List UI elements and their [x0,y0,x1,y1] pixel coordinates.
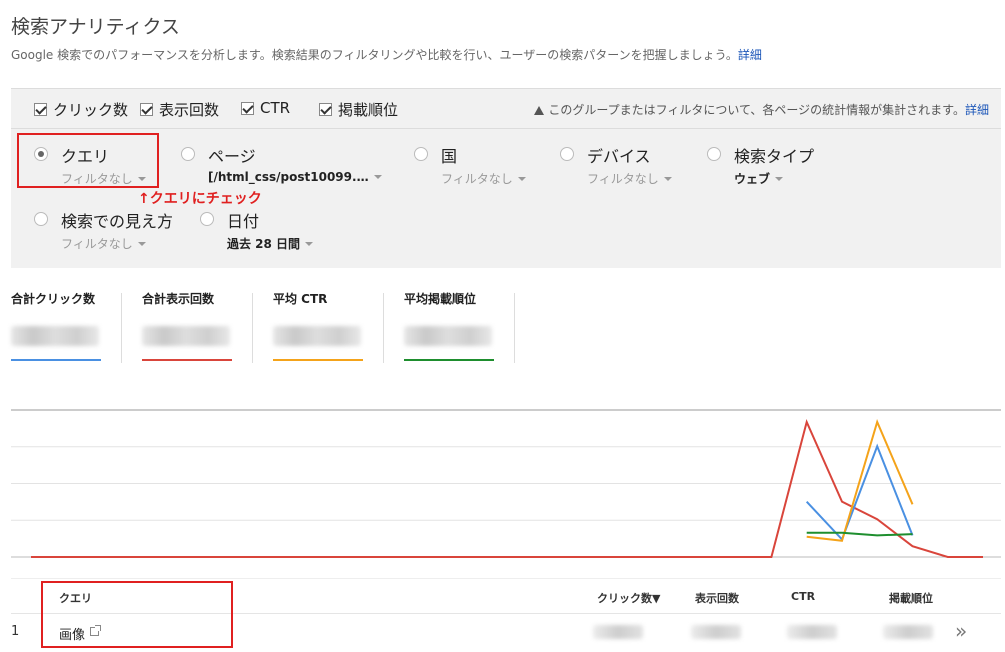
ctr-label: CTR [260,99,291,117]
dropdown-caret-icon [305,242,314,246]
summary-card-impressions[interactable]: 合計表示回数 [142,290,252,365]
position-label: 掲載順位 [338,101,399,119]
column-header-clicks[interactable]: クリック数▼ [597,590,660,606]
highlight-box-query-column [41,581,233,648]
page-description: Google 検索でのパフォーマンスを分析します。検索結果のフィルタリングや比較… [11,46,762,63]
blurred-value [273,326,361,346]
dimension-label: 日付 [227,212,260,231]
checkbox-icon [34,103,47,116]
performance-line-chart [11,409,1001,558]
series-line-2 [806,419,914,542]
dimension-label: 検索タイプ [734,147,815,166]
details-link[interactable]: 詳細 [738,48,762,62]
dimension-device[interactable]: デバイス フィルタなし [560,143,690,188]
impressions-checkbox[interactable]: 表示回数 [140,99,219,120]
radio-icon [560,147,574,161]
dimension-label: デバイス [587,147,651,166]
summary-card-title: 平均 CTR [273,292,328,306]
annotation-check-query: ↑クエリにチェック [138,191,262,207]
dropdown-caret-icon [137,242,146,246]
dimension-filter[interactable]: 過去 28 日間 [227,235,314,252]
impressions-label: 表示回数 [159,101,220,119]
warning-icon [534,106,545,115]
checkbox-icon [319,103,332,116]
radio-icon [414,147,428,161]
radio-icon [181,147,195,161]
dimension-search-appearance[interactable]: 検索での見え方 フィルタなし [34,208,194,253]
highlight-box-query-dimension [17,133,159,188]
series-color-bar [404,359,494,361]
row-index: 1 [11,624,20,639]
series-color-bar [11,359,101,361]
summary-card-clicks[interactable]: 合計クリック数 [11,290,121,365]
notice-details-link[interactable]: 詳細 [965,103,989,117]
summary-card-ctr[interactable]: 平均 CTR [273,290,383,365]
aggregation-notice: このグループまたはフィルタについて、各ページの統計情報が集計されます。詳細 [534,101,989,118]
radio-icon [34,212,48,226]
description-text: Google 検索でのパフォーマンスを分析します。検索結果のフィルタリングや比較… [11,48,738,62]
dropdown-caret-icon [663,177,672,181]
dimension-filter[interactable]: フィルタなし [587,170,672,187]
dropdown-caret-icon [775,177,784,181]
dimension-filter[interactable]: [/html_css/post10099.… [208,170,382,184]
dimension-label: ページ [208,147,256,166]
radio-icon [200,212,214,226]
dimension-date[interactable]: 日付 過去 28 日間 [200,208,340,253]
position-checkbox[interactable]: 掲載順位 [319,99,398,120]
dimension-filter[interactable]: フィルタなし [441,170,526,187]
checkbox-icon [140,103,153,116]
filter-panel: クリック数 表示回数 CTR 掲載順位 このグループまたはフィルタについて、各ペ… [11,88,1001,268]
clicks-label: クリック数 [53,101,129,119]
divider [121,293,122,363]
dimension-search-type[interactable]: 検索タイプ ウェブ [707,143,837,188]
dimension-filter[interactable]: フィルタなし [61,235,146,252]
divider [252,293,253,363]
checkbox-icon [241,101,254,115]
column-header-impressions[interactable]: 表示回数 [695,590,739,606]
summary-card-title: 合計表示回数 [142,292,215,306]
column-header-position[interactable]: 掲載順位 [889,590,933,606]
dropdown-caret-icon [517,177,526,181]
blurred-impressions-value [691,625,741,639]
summary-card-position[interactable]: 平均掲載順位 [404,290,514,365]
dimension-page[interactable]: ページ [/html_css/post10099.… [181,143,382,188]
dimension-country[interactable]: 国 フィルタなし [414,143,534,188]
dimension-label: 国 [441,147,458,166]
series-color-bar [273,359,363,361]
ctr-checkbox[interactable]: CTR [241,99,290,117]
blurred-value [404,326,492,346]
blurred-position-value [883,625,933,639]
dimension-filter[interactable]: ウェブ [734,170,784,187]
radio-icon [707,147,721,161]
dropdown-caret-icon [373,175,382,179]
series-color-bar [142,359,232,361]
page-title: 検索アナリティクス [11,16,180,38]
blurred-ctr-value [787,625,837,639]
blurred-value [142,326,230,346]
notice-text: このグループまたはフィルタについて、各ページの統計情報が集計されます。 [548,103,965,117]
metric-toggle-row: クリック数 表示回数 CTR 掲載順位 このグループまたはフィルタについて、各ペ… [11,89,1001,129]
blurred-value [11,326,99,346]
summary-card-title: 平均掲載順位 [404,292,477,306]
divider [514,293,515,363]
divider [383,293,384,363]
column-header-ctr[interactable]: CTR [791,590,815,603]
row-details-chevron-icon[interactable]: » [955,619,967,643]
summary-card-title: 合計クリック数 [11,292,96,306]
dimension-label: 検索での見え方 [61,212,174,231]
blurred-clicks-value [593,625,643,639]
clicks-checkbox[interactable]: クリック数 [34,99,128,120]
